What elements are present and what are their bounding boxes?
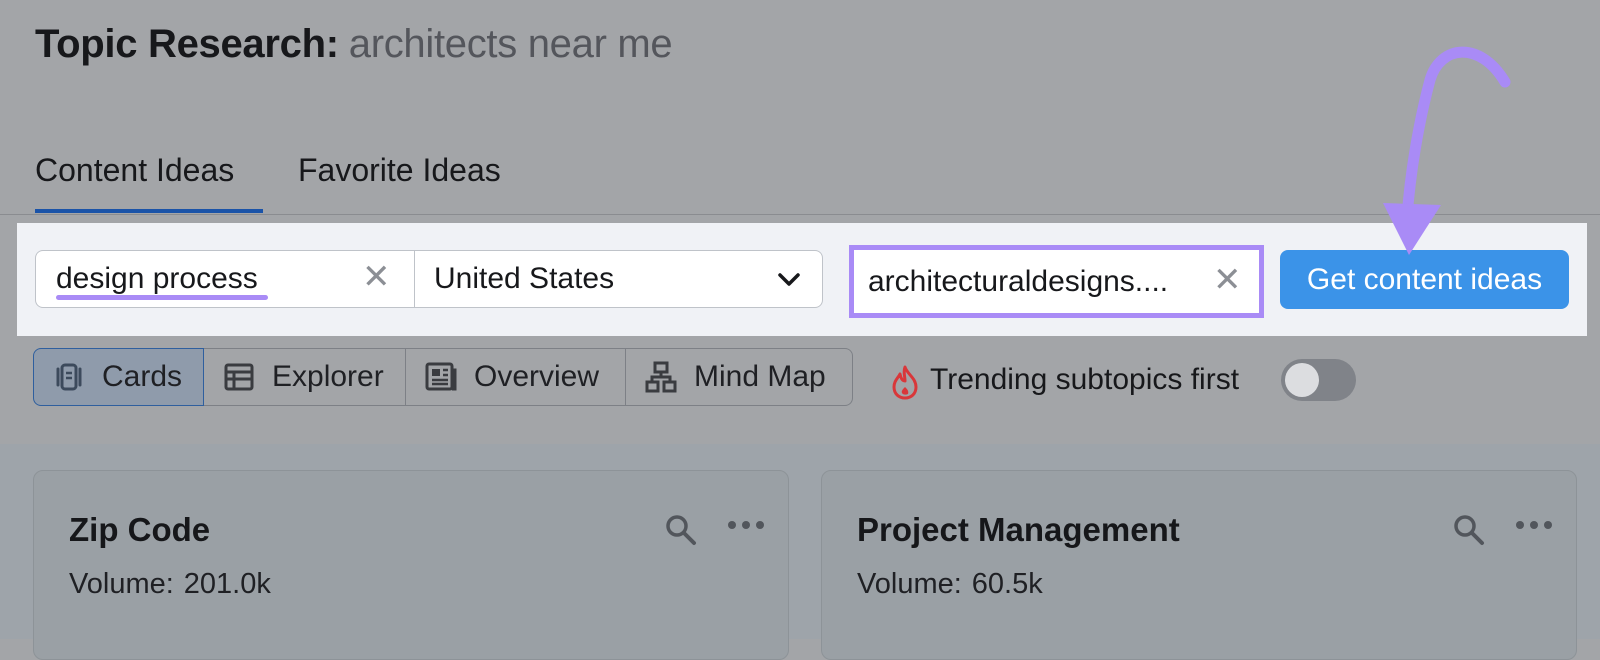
overview-icon: [424, 360, 458, 394]
view-explorer-label: Explorer: [272, 360, 384, 393]
card-volume-label: Volume:: [69, 568, 174, 600]
get-content-ideas-button[interactable]: Get content ideas: [1280, 250, 1569, 309]
view-mind-map-label: Mind Map: [694, 360, 826, 393]
card-volume: Volume: 201.0k: [69, 568, 271, 601]
keyword-input[interactable]: design process ✕: [35, 250, 415, 308]
page-title-query: architects near me: [348, 22, 673, 66]
view-cards-button[interactable]: Cards: [33, 348, 204, 406]
clear-domain-icon[interactable]: ✕: [1213, 263, 1242, 297]
keyword-highlight-underline: [56, 295, 268, 300]
clear-keyword-icon[interactable]: ✕: [362, 260, 391, 294]
card-title: Project Management: [857, 511, 1180, 548]
mind-map-icon: [644, 360, 678, 394]
view-switcher: Cards Explorer Overview Mind Map: [33, 348, 853, 406]
tabs-divider: [0, 214, 1600, 215]
view-cards-label: Cards: [102, 360, 183, 393]
more-options-icon[interactable]: [726, 519, 766, 531]
search-icon[interactable]: [664, 513, 698, 547]
card-volume-value: 201.0k: [183, 568, 271, 600]
trending-subtopics-label: Trending subtopics first: [930, 363, 1240, 396]
page-title-label: Topic Research:: [35, 22, 339, 66]
card-volume-value: 60.5k: [971, 568, 1043, 600]
tab-favorite-ideas[interactable]: Favorite Ideas: [298, 152, 501, 189]
chevron-down-icon: [778, 273, 800, 286]
view-explorer-button[interactable]: Explorer: [204, 348, 406, 406]
toggle-knob: [1285, 363, 1319, 397]
domain-input[interactable]: architecturaldesigns.... ✕: [849, 245, 1264, 318]
domain-input-value: architecturaldesigns....: [868, 265, 1169, 298]
topic-card[interactable]: Zip Code Volume: 201.0k: [33, 470, 789, 660]
card-volume: Volume: 60.5k: [857, 568, 1043, 601]
search-icon[interactable]: [1452, 513, 1486, 547]
trending-subtopics-toggle[interactable]: [1281, 359, 1356, 401]
active-tab-indicator: [35, 209, 263, 213]
country-select-value: United States: [434, 262, 615, 295]
view-overview-label: Overview: [474, 360, 600, 393]
cards-icon: [52, 360, 86, 394]
card-title: Zip Code: [69, 511, 211, 548]
country-select[interactable]: United States: [414, 250, 823, 308]
view-mind-map-button[interactable]: Mind Map: [626, 348, 853, 406]
keyword-input-value: design process: [56, 262, 258, 295]
fire-icon: [892, 365, 918, 400]
more-options-icon[interactable]: [1514, 519, 1554, 531]
view-overview-button[interactable]: Overview: [406, 348, 626, 406]
card-volume-label: Volume:: [857, 568, 962, 600]
table-icon: [222, 360, 256, 394]
page-title: Topic Research: architects near me: [35, 22, 673, 67]
tab-content-ideas[interactable]: Content Ideas: [35, 152, 234, 189]
topic-card[interactable]: Project Management Volume: 60.5k: [821, 470, 1577, 660]
